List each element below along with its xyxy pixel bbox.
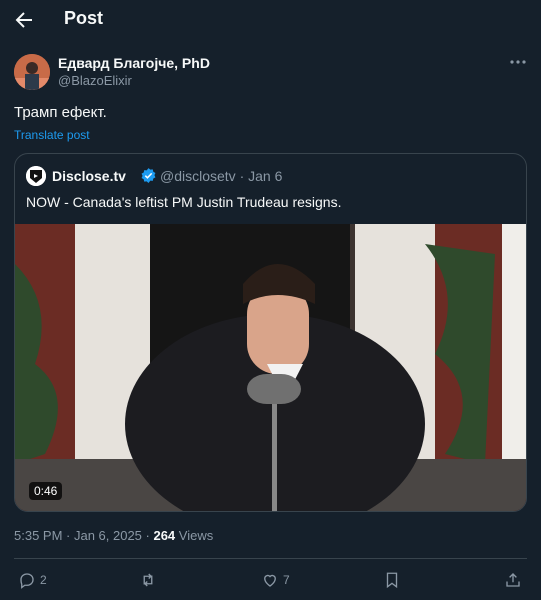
more-options-icon[interactable]: [508, 54, 528, 70]
repost-button[interactable]: [139, 570, 157, 590]
page-title: Post: [64, 8, 104, 28]
quoted-text: NOW - Canada's leftist PM Justin Trudeau…: [26, 194, 342, 210]
reply-icon: [20, 573, 34, 589]
verified-badge-icon: [141, 168, 156, 183]
translate-post-link[interactable]: Translate post: [14, 128, 90, 142]
quoted-author-name: Disclose.tv: [52, 168, 126, 184]
video-thumbnail[interactable]: [15, 224, 526, 511]
author-handle[interactable]: @BlazoElixir: [58, 73, 132, 88]
reply-button[interactable]: 2: [18, 570, 47, 590]
post-meta: 5:35 PM · Jan 6, 2025 · 264 Views: [14, 528, 213, 543]
views-label: Views: [175, 528, 214, 543]
post-text: Трамп ефект.: [14, 104, 107, 121]
quoted-post[interactable]: Disclose.tv @disclosetv · Jan 6 NOW - Ca…: [14, 153, 527, 512]
share-icon: [506, 573, 520, 587]
avatar[interactable]: [14, 54, 50, 90]
video-duration-badge: 0:46: [29, 482, 63, 500]
bookmark-button[interactable]: [383, 570, 401, 590]
author-name[interactable]: Едвард Благојче, PhD: [58, 55, 210, 71]
disclose-logo-icon: [26, 166, 46, 186]
bookmark-icon: [386, 572, 398, 589]
quoted-handle-date: @disclosetv · Jan 6: [160, 168, 283, 184]
heart-icon: [264, 574, 276, 587]
share-button[interactable]: [504, 570, 522, 590]
views-count: 264: [153, 528, 176, 543]
like-count: 7: [283, 573, 290, 587]
like-button[interactable]: 7: [261, 570, 290, 590]
post-timestamp[interactable]: 5:35 PM · Jan 6, 2025 ·: [14, 528, 153, 543]
back-arrow-icon[interactable]: [12, 8, 36, 32]
divider: [14, 558, 527, 559]
reply-count: 2: [40, 573, 47, 587]
repost-icon: [143, 573, 153, 587]
post-header: Post: [0, 0, 541, 40]
